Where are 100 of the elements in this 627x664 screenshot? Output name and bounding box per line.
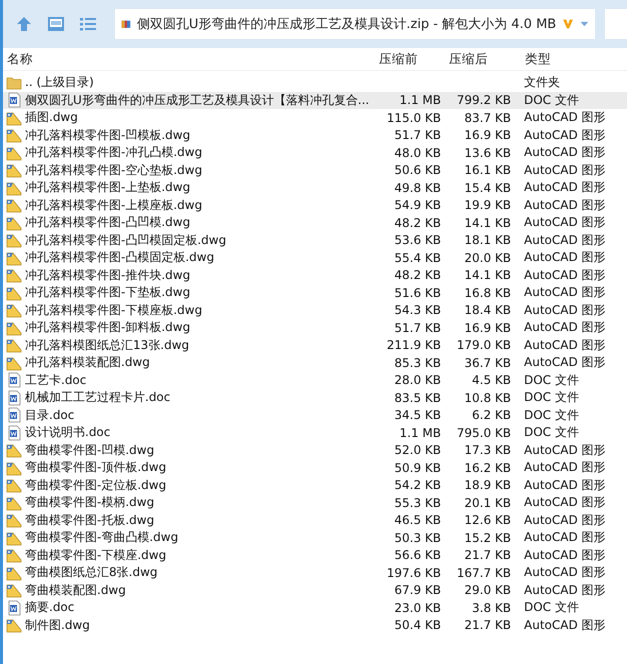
file-type: AutoCAD 图形: [523, 302, 607, 319]
compressed-size: 83.7 KB: [463, 110, 511, 125]
file-row[interactable]: 冲孔落料模零件图-上垫板.dwg 49.8 KB 15.4 KB AutoCAD 图形: [3, 179, 627, 196]
file-row[interactable]: 冲孔落料模零件图-空心垫板.dwg 50.6 KB 16.1 KB AutoCAD 图形: [3, 162, 627, 179]
file-row[interactable]: 弯曲模零件图-弯曲凸模.dwg 50.3 KB 15.2 KB AutoCAD 图形: [3, 529, 627, 546]
drawing-file-icon: [6, 460, 22, 476]
file-name: 冲孔落料模零件图-推件块.dwg: [25, 266, 190, 284]
file-type: DOC 文件: [523, 92, 580, 109]
original-size: 67.9 KB: [393, 583, 441, 598]
column-header[interactable]: 压缩前: [375, 50, 445, 68]
column-header[interactable]: 名称: [3, 50, 375, 68]
file-type: AutoCAD 图形: [523, 249, 607, 266]
file-name: 冲孔落料模零件图-凸凹模固定板.dwg: [25, 232, 226, 249]
original-size: 48.2 KB: [393, 268, 441, 282]
compressed-size: 16.9 KB: [463, 128, 511, 142]
file-row[interactable]: 弯曲模装配图.dwg 67.9 KB 29.0 KB AutoCAD 图形: [3, 582, 627, 599]
file-name: 冲孔落料模零件图-空心垫板.dwg: [25, 162, 202, 179]
drawing-file-icon: [6, 512, 22, 528]
original-size: 51.7 KB: [393, 320, 441, 335]
file-name: 冲孔落料模零件图-卸料板.dwg: [25, 319, 190, 336]
file-type: AutoCAD 图形: [523, 144, 607, 162]
original-size: 1.1 MB: [398, 93, 441, 108]
file-type: DOC 文件: [523, 406, 580, 424]
word-document-icon: [6, 92, 22, 108]
original-size: 54.9 KB: [393, 198, 441, 212]
drawing-file-icon: [6, 547, 22, 564]
search-field[interactable]: [605, 9, 627, 39]
file-row[interactable]: .. (上级目录) 文件夹: [3, 74, 627, 92]
compressed-size: 16.1 KB: [463, 163, 511, 178]
file-row[interactable]: 冲孔落料模零件图-凸模固定板.dwg 55.4 KB 20.0 KB AutoCAD 图形: [3, 249, 627, 266]
original-size: 50.9 KB: [393, 460, 441, 475]
drawing-file-icon: [6, 530, 22, 546]
drawing-file-icon: [6, 197, 22, 214]
file-type: 文件夹: [523, 74, 561, 92]
file-type: AutoCAD 图形: [523, 162, 607, 179]
compressed-size: 795.0 KB: [456, 426, 511, 440]
original-size: 197.6 KB: [386, 566, 441, 580]
address-bar[interactable]: 侧双圆孔U形弯曲件的冲压成形工艺及模具设计.zip - 解包大小为 4.0 MB: [115, 9, 595, 39]
file-row[interactable]: 冲孔落料模零件图-凸凹模.dwg 48.2 KB 14.1 KB AutoCAD 图形: [3, 214, 627, 232]
file-type: DOC 文件: [523, 389, 580, 406]
compressed-size: 18.4 KB: [463, 303, 511, 318]
column-header[interactable]: 类型: [521, 50, 627, 68]
file-row[interactable]: 弯曲模零件图-托板.dwg 46.5 KB 12.6 KB AutoCAD 图形: [3, 512, 627, 529]
original-size: 46.5 KB: [393, 513, 441, 528]
file-row[interactable]: 弯曲模零件图-顶件板.dwg 50.9 KB 16.2 KB AutoCAD 图形: [3, 459, 627, 476]
file-row[interactable]: 冲孔落料模装配图.dwg 85.3 KB 36.7 KB AutoCAD 图形: [3, 354, 627, 372]
file-row[interactable]: 冲孔落料模零件图-凹模板.dwg 51.7 KB 16.9 KB AutoCAD 图形: [3, 126, 627, 144]
drawing-file-icon: [6, 110, 22, 126]
file-row[interactable]: 冲孔落料模零件图-冲孔凸模.dwg 48.0 KB 13.6 KB AutoCAD 图形: [3, 144, 627, 162]
file-row[interactable]: 设计说明书.doc 1.1 MB 795.0 KB DOC 文件: [3, 424, 627, 442]
file-row[interactable]: 侧双圆孔U形弯曲件的冲压成形工艺及模具设计【落料冲孔复合... 1.1 MB 799.2 KB DOC 文件: [3, 92, 627, 109]
word-document-icon: [6, 407, 22, 424]
file-name: 冲孔落料模零件图-凹模板.dwg: [25, 126, 190, 144]
original-size: 83.5 KB: [393, 390, 441, 405]
file-row[interactable]: 弯曲模零件图-模柄.dwg 55.3 KB 20.1 KB AutoCAD 图形: [3, 494, 627, 512]
original-size: 55.4 KB: [393, 250, 441, 265]
file-row[interactable]: 目录.doc 34.5 KB 6.2 KB DOC 文件: [3, 406, 627, 424]
drawing-file-icon: [6, 127, 22, 144]
file-row[interactable]: 弯曲模图纸总汇8张.dwg 197.6 KB 167.7 KB AutoCAD 图形: [3, 564, 627, 582]
file-row[interactable]: 插图.dwg 115.0 KB 83.7 KB AutoCAD 图形: [3, 109, 627, 126]
drawing-file-icon: [6, 284, 22, 301]
file-row[interactable]: 冲孔落料模图纸总汇13张.dwg 211.9 KB 179.0 KB AutoCAD 图形: [3, 336, 627, 354]
file-name: 冲孔落料模零件图-上垫板.dwg: [25, 179, 190, 196]
file-name: 弯曲模零件图-顶件板.dwg: [25, 459, 166, 476]
compressed-size: 15.2 KB: [463, 530, 511, 545]
file-row[interactable]: 冲孔落料模零件图-卸料板.dwg 51.7 KB 16.9 KB AutoCAD 图形: [3, 319, 627, 336]
file-row[interactable]: 弯曲模零件图-下模座.dwg 56.6 KB 21.7 KB AutoCAD 图形: [3, 546, 627, 564]
file-name: 冲孔落料模零件图-凸凹模.dwg: [25, 214, 190, 232]
drawing-file-icon: [6, 564, 22, 581]
drawing-file-icon: [6, 582, 22, 598]
file-row[interactable]: 弯曲模零件图-凹模.dwg 52.0 KB 17.3 KB AutoCAD 图形: [3, 442, 627, 459]
file-row[interactable]: 冲孔落料模零件图-下模座板.dwg 54.3 KB 18.4 KB AutoCAD 图形: [3, 302, 627, 319]
file-type: AutoCAD 图形: [523, 196, 607, 214]
file-row[interactable]: 工艺卡.doc 28.0 KB 4.5 KB DOC 文件: [3, 372, 627, 389]
file-name: 弯曲模零件图-弯曲凸模.dwg: [25, 529, 178, 546]
file-row[interactable]: 冲孔落料模零件图-下垫板.dwg 51.6 KB 16.8 KB AutoCAD 图形: [3, 284, 627, 302]
file-type: DOC 文件: [523, 599, 580, 616]
file-row[interactable]: 冲孔落料模零件图-推件块.dwg 48.2 KB 14.1 KB AutoCAD 图形: [3, 266, 627, 284]
original-size: 28.0 KB: [393, 373, 441, 388]
compressed-size: 13.6 KB: [463, 146, 511, 160]
original-size: 53.6 KB: [393, 233, 441, 248]
column-header[interactable]: 压缩后: [445, 50, 521, 68]
file-row[interactable]: 冲孔落料模零件图-凸凹模固定板.dwg 53.6 KB 18.1 KB AutoCAD 图形: [3, 232, 627, 249]
dropdown-arrow-icon[interactable]: [580, 19, 589, 29]
file-name: 冲孔落料模零件图-上模座板.dwg: [25, 196, 202, 214]
file-type: AutoCAD 图形: [523, 564, 607, 582]
compressed-size: 36.7 KB: [463, 356, 511, 370]
up-arrow-icon: [15, 15, 33, 33]
file-row[interactable]: 冲孔落料模零件图-上模座板.dwg 54.9 KB 19.9 KB AutoCAD 图形: [3, 196, 627, 214]
drawing-file-icon: [6, 144, 22, 161]
file-row[interactable]: 机械加工工艺过程卡片.doc 83.5 KB 10.8 KB DOC 文件: [3, 389, 627, 406]
file-row[interactable]: 制件图.dwg 50.4 KB 21.7 KB AutoCAD 图形: [3, 616, 627, 634]
file-name: 目录.doc: [25, 406, 74, 424]
file-row[interactable]: 弯曲模零件图-定位板.dwg 54.2 KB 18.9 KB AutoCAD 图形: [3, 476, 627, 494]
drawing-file-icon: [6, 354, 22, 371]
file-type: AutoCAD 图形: [523, 214, 607, 232]
original-size: 50.6 KB: [393, 163, 441, 178]
file-row[interactable]: 摘要.doc 23.0 KB 3.8 KB DOC 文件: [3, 599, 627, 616]
word-document-icon: [6, 424, 22, 441]
compressed-size: 179.0 KB: [456, 338, 511, 352]
